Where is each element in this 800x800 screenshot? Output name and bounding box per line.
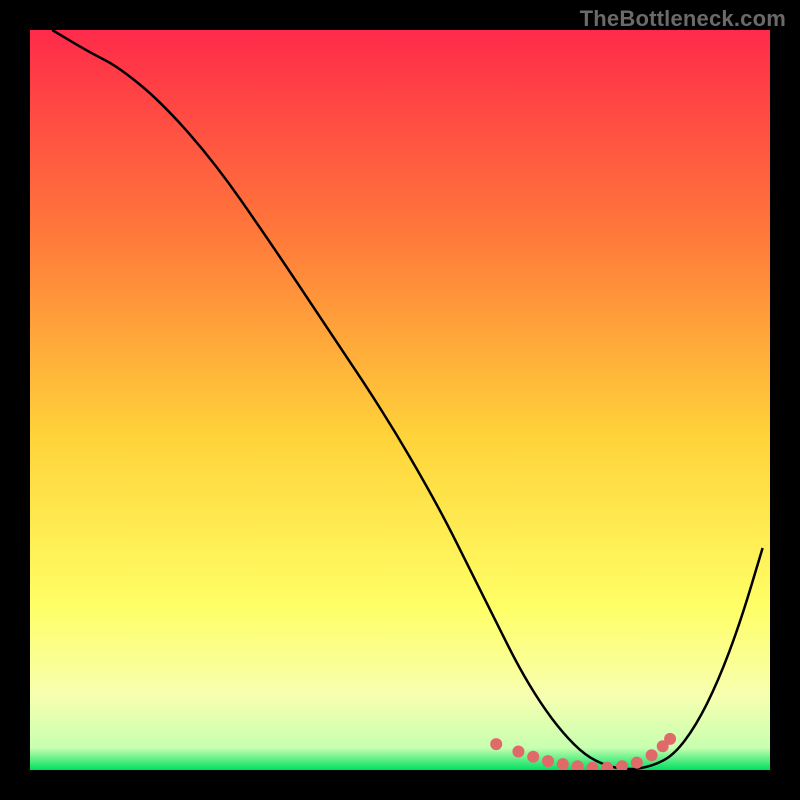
plot-area (30, 30, 770, 770)
highlight-dot (631, 757, 643, 769)
watermark-text: TheBottleneck.com (580, 6, 786, 32)
highlight-dot (646, 749, 658, 761)
highlight-dot (664, 733, 676, 745)
chart-svg (30, 30, 770, 770)
chart-frame: TheBottleneck.com (0, 0, 800, 800)
highlight-dot (490, 738, 502, 750)
gradient-background (30, 30, 770, 770)
highlight-dot (527, 751, 539, 763)
highlight-dot (557, 758, 569, 770)
highlight-dot (542, 755, 554, 767)
highlight-dot (512, 746, 524, 758)
